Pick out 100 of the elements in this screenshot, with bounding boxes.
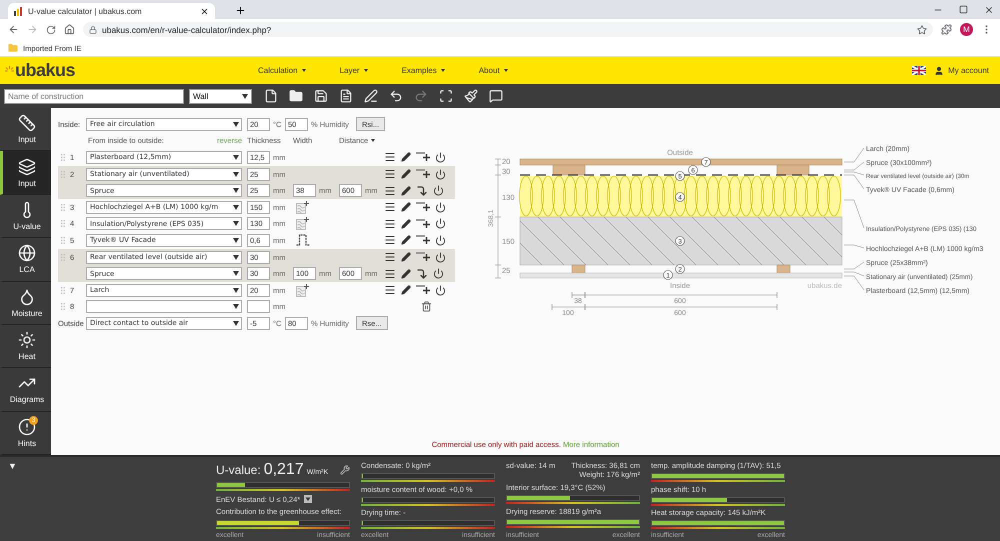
new-tab-icon[interactable] (235, 5, 246, 16)
leader-line (844, 262, 864, 270)
extensions-icon[interactable] (941, 24, 952, 35)
power-icon[interactable] (435, 168, 446, 180)
account-link[interactable]: My account (934, 66, 989, 76)
drag-handle-icon[interactable] (61, 220, 65, 228)
curved-arrow-icon[interactable] (416, 268, 428, 280)
add-layer-icon[interactable] (416, 202, 430, 212)
power-icon[interactable] (435, 218, 446, 230)
menu-icon[interactable] (384, 168, 396, 180)
user-icon (934, 66, 944, 76)
new-file-icon[interactable] (264, 89, 278, 103)
folder-icon[interactable] (289, 89, 303, 103)
caret-icon (440, 69, 445, 72)
trash-icon[interactable] (421, 301, 432, 312)
power-icon[interactable] (433, 268, 444, 280)
sun-icon (18, 331, 36, 350)
texture-icon[interactable] (296, 200, 309, 214)
caret-icon (233, 122, 239, 127)
pen-icon[interactable] (364, 89, 378, 103)
texture-icon[interactable] (296, 217, 309, 230)
menu-icon[interactable] (384, 184, 396, 197)
pencil-icon[interactable] (401, 252, 411, 262)
dropdown-icon[interactable] (304, 495, 312, 504)
type-select[interactable]: Wall (189, 88, 252, 104)
wrench-icon[interactable] (340, 465, 350, 475)
profile-avatar[interactable]: M (960, 23, 973, 36)
u-value-label: U-value: (216, 463, 261, 477)
save-icon[interactable] (314, 89, 328, 103)
menu-item[interactable]: Calculation (258, 66, 306, 75)
caret-icon (302, 69, 306, 72)
power-icon[interactable] (433, 185, 444, 196)
drag-handle-icon[interactable] (61, 204, 65, 211)
restore-icon[interactable] (959, 4, 968, 14)
brush-icon[interactable] (464, 89, 478, 103)
frame-icon[interactable] (439, 89, 453, 103)
menu-icon[interactable] (384, 284, 396, 296)
add-layer-icon[interactable] (416, 285, 430, 296)
close-icon[interactable] (200, 6, 209, 16)
pencil-icon[interactable] (401, 285, 411, 296)
caret-icon (233, 188, 239, 194)
batten (552, 164, 586, 176)
ruler-icon (18, 114, 36, 132)
profile-icon[interactable] (296, 234, 310, 246)
back-icon[interactable] (8, 24, 19, 35)
home-icon[interactable] (64, 24, 75, 35)
pencil-icon[interactable] (401, 202, 411, 212)
caret-icon (233, 271, 239, 276)
menu-icon[interactable] (384, 251, 396, 264)
bookmark-star-icon[interactable] (917, 24, 927, 34)
menu-icon[interactable] (384, 151, 396, 164)
comment-icon[interactable] (489, 89, 503, 103)
drag-handle-icon[interactable] (61, 154, 65, 161)
power-icon[interactable] (435, 202, 446, 213)
leader-line (844, 200, 864, 228)
pencil-icon[interactable] (401, 235, 411, 246)
power-icon[interactable] (435, 152, 446, 163)
drag-handle-icon[interactable] (61, 303, 65, 310)
pencil-icon[interactable] (401, 268, 411, 279)
caret-icon (371, 139, 376, 142)
caret-icon (233, 304, 239, 310)
thickness-field[interactable] (247, 300, 270, 314)
menu-icon[interactable] (384, 218, 396, 230)
add-layer-icon[interactable] (416, 235, 430, 246)
reload-icon[interactable] (46, 24, 56, 34)
power-icon[interactable] (435, 252, 446, 263)
undo-icon[interactable] (389, 89, 403, 103)
pencil-icon[interactable] (401, 169, 411, 180)
drag-handle-icon[interactable] (61, 286, 65, 294)
add-layer-icon[interactable] (416, 252, 430, 262)
drop-icon (18, 288, 36, 306)
name-field[interactable]: Name of construction (4, 88, 184, 104)
add-layer-icon[interactable] (416, 169, 430, 180)
close-icon[interactable] (984, 4, 994, 14)
caret-icon (233, 221, 239, 226)
collapse-toggle[interactable]: ▼ (8, 461, 208, 541)
menu-item[interactable]: Layer (340, 66, 368, 75)
add-layer-icon[interactable] (416, 152, 430, 162)
batten (776, 164, 810, 176)
power-icon[interactable] (435, 284, 446, 296)
pencil-icon[interactable] (401, 218, 411, 229)
sidebar-tab[interactable]: Input (0, 151, 51, 195)
menu-item[interactable]: About (478, 66, 508, 75)
menu-icon[interactable] (384, 268, 396, 280)
caret-icon (233, 254, 239, 260)
pencil-icon[interactable] (401, 152, 411, 162)
caret-icon (233, 320, 239, 326)
pencil-icon[interactable] (401, 186, 411, 196)
power-icon[interactable] (435, 234, 446, 246)
curved-arrow-icon[interactable] (416, 184, 428, 197)
flag-icon[interactable] (912, 66, 926, 75)
document-icon[interactable] (339, 89, 353, 103)
menu-icon[interactable] (384, 201, 396, 214)
drag-handle-icon[interactable] (61, 236, 65, 244)
add-layer-icon[interactable] (416, 218, 430, 229)
address-field[interactable]: ubakus.com/en/r-value-calculator/index.php? (83, 22, 933, 37)
texture-icon[interactable] (296, 284, 309, 297)
menu-icon[interactable] (384, 234, 396, 246)
menu-item[interactable]: Examples (402, 66, 445, 75)
caret-icon (233, 172, 239, 177)
